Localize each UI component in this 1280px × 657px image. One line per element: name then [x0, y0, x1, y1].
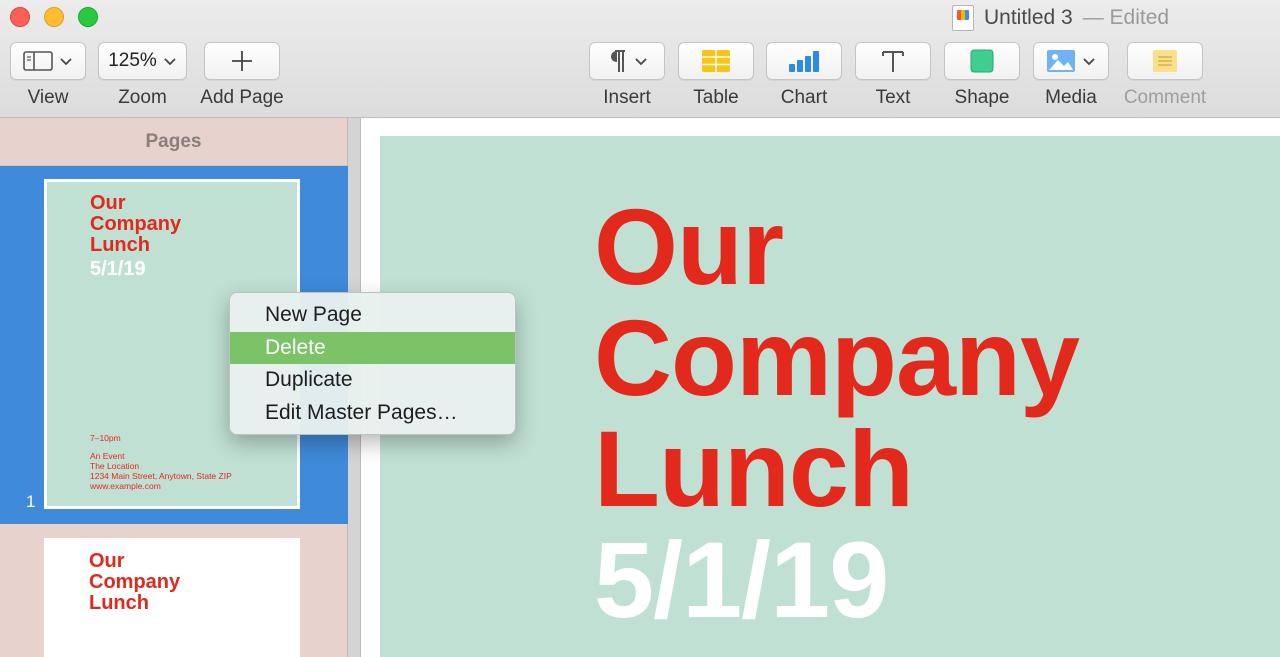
- menu-item-delete[interactable]: Delete: [230, 331, 515, 364]
- menu-item-duplicate[interactable]: Duplicate: [230, 364, 515, 397]
- page-thumbnail-2[interactable]: Our Company Lunch: [44, 538, 300, 657]
- insert-label: Insert: [603, 87, 651, 108]
- chevron-down-icon: [164, 58, 176, 66]
- comment-button[interactable]: [1127, 42, 1203, 80]
- sidebar-layout-icon: [23, 51, 53, 71]
- window-title: Untitled 3 — Edited: [952, 4, 1169, 32]
- view-label: View: [27, 87, 69, 108]
- zoom-tool: 125% Zoom: [98, 42, 187, 109]
- plus-icon: [232, 51, 252, 71]
- media-tool: Media: [1033, 42, 1109, 109]
- context-menu: New Page Delete Duplicate Edit Master Pa…: [229, 292, 516, 435]
- text-box-icon: [882, 51, 904, 72]
- thumbnail-detail-line: The Location: [90, 461, 140, 471]
- table-icon: [702, 50, 730, 72]
- zoom-dropdown[interactable]: 125%: [98, 42, 187, 80]
- comment-label: Comment: [1123, 87, 1207, 108]
- thumbnail-title-line: Our: [90, 192, 126, 214]
- chevron-down-icon: [60, 58, 72, 66]
- insert-button[interactable]: [589, 42, 665, 80]
- sidebar-header: Pages: [0, 118, 347, 166]
- thumbnail-detail-line: An Event: [90, 451, 125, 461]
- thumbnail-details: An Event The Location 1234 Main Street, …: [90, 451, 232, 491]
- table-label: Table: [693, 87, 739, 108]
- document-date[interactable]: 5/1/19: [594, 524, 889, 635]
- shape-tool: Shape: [944, 42, 1020, 109]
- chart-tool: Chart: [766, 42, 842, 109]
- shape-square-icon: [970, 49, 994, 73]
- menu-item-edit-master-pages[interactable]: Edit Master Pages…: [230, 397, 515, 430]
- zoom-label: Zoom: [118, 87, 167, 108]
- thumbnail-date: 5/1/19: [90, 258, 146, 280]
- thumbnail-time: 7–10pm: [90, 433, 121, 443]
- text-label: Text: [875, 87, 911, 108]
- thumbnail-title-line: Company: [90, 213, 182, 235]
- thumbnail-title: Our Company Lunch: [89, 551, 180, 614]
- insert-tool: Insert: [589, 42, 665, 109]
- photo-icon: [1047, 50, 1075, 72]
- add-page-button[interactable]: [204, 42, 280, 80]
- chevron-down-icon: [1083, 58, 1095, 66]
- shape-label: Shape: [954, 87, 1010, 108]
- view-button[interactable]: [10, 42, 86, 80]
- thumbnail-detail-line: 1234 Main Street, Anytown, State ZIP: [90, 471, 232, 481]
- thumbnail-detail-line: www.example.com: [90, 481, 161, 491]
- shape-button[interactable]: [944, 42, 1020, 80]
- zoom-window-button[interactable]: [78, 7, 98, 27]
- menu-item-new-page[interactable]: New Page: [230, 299, 515, 332]
- chevron-down-icon: [635, 58, 647, 66]
- text-tool: Text: [855, 42, 931, 109]
- bar-chart-icon: [789, 51, 819, 72]
- add-page-label: Add Page: [200, 87, 284, 108]
- document-title-line[interactable]: Company: [594, 302, 1080, 413]
- add-page-tool: Add Page: [200, 42, 284, 109]
- thumbnail-title-line: Our: [89, 550, 125, 572]
- table-button[interactable]: [678, 42, 754, 80]
- close-window-button[interactable]: [10, 7, 30, 27]
- thumbnail-title-line: Lunch: [90, 234, 150, 256]
- thumbnail-title: Our Company Lunch: [90, 193, 181, 256]
- zoom-value: 125%: [108, 50, 157, 71]
- document-title[interactable]: Our Company Lunch: [594, 191, 1080, 524]
- toolbar: Untitled 3 — Edited View 125% Zoom Add P…: [0, 0, 1280, 118]
- page-number: 1: [26, 492, 36, 511]
- text-button[interactable]: [855, 42, 931, 80]
- pilcrow-icon: [611, 50, 625, 72]
- minimize-window-button[interactable]: [44, 7, 64, 27]
- chart-label: Chart: [780, 87, 828, 108]
- view-tool: View: [10, 42, 86, 109]
- sticky-note-icon: [1153, 50, 1177, 72]
- media-button[interactable]: [1033, 42, 1109, 80]
- document-name: Untitled 3: [984, 6, 1073, 29]
- document-title-line[interactable]: Our: [594, 191, 1079, 302]
- thumbnail-title-line: Company: [89, 571, 181, 593]
- thumbnail-title-line: Lunch: [89, 592, 149, 614]
- media-label: Media: [1045, 87, 1097, 108]
- edited-status: — Edited: [1082, 6, 1170, 29]
- chart-button[interactable]: [766, 42, 842, 80]
- table-tool: Table: [678, 42, 754, 109]
- pages-document-icon: [952, 5, 974, 31]
- document-title-line[interactable]: Lunch: [594, 413, 1079, 524]
- comment-tool: Comment: [1120, 42, 1210, 109]
